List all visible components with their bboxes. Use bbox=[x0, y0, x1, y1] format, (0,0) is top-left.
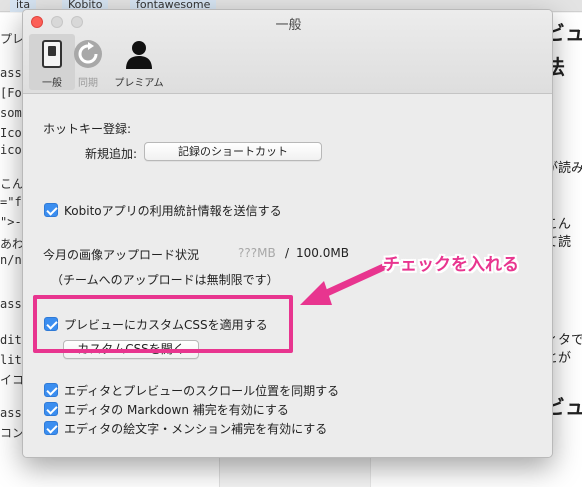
tab-sync-label: 同期 bbox=[78, 78, 98, 89]
editor-line: イコ bbox=[0, 373, 25, 387]
sync-icon bbox=[74, 40, 102, 68]
tab-premium-label: プレミアム bbox=[114, 78, 164, 89]
tab-sync[interactable]: 同期 bbox=[65, 34, 111, 90]
stats-checkbox[interactable] bbox=[44, 203, 58, 217]
emoji-mention-checkbox[interactable] bbox=[44, 421, 58, 435]
new-hotkey-label: 新規追加: bbox=[85, 147, 138, 161]
switch-icon bbox=[42, 40, 62, 68]
option-row[interactable]: エディタの Markdown 補完を有効にする bbox=[44, 401, 289, 417]
stats-checkbox-row[interactable]: Kobitoアプリの利用統計情報を送信する bbox=[44, 202, 282, 218]
editor-line: ">- bbox=[0, 215, 22, 229]
editor-line: ass bbox=[0, 406, 22, 420]
option-row[interactable]: エディタの絵文字・メンション補完を有効にする bbox=[44, 420, 327, 436]
highlight-box bbox=[33, 295, 293, 353]
upload-used-value: ???MB bbox=[238, 246, 276, 260]
emoji-mention-label: エディタの絵文字・メンション補完を有効にする bbox=[64, 421, 328, 436]
upload-separator: / bbox=[285, 246, 290, 260]
annotation-arrow-icon bbox=[300, 261, 392, 305]
annotation-label: チェックを入れる bbox=[383, 255, 519, 275]
tab-premium[interactable]: プレミアム bbox=[111, 34, 167, 90]
preferences-window: 一般 一般 同期 プレミアム ホットキー登録: 新規追加: 記録のショートカット… bbox=[22, 9, 553, 458]
editor-line: あわ bbox=[0, 237, 25, 251]
scroll-sync-checkbox[interactable] bbox=[44, 383, 58, 397]
editor-line: こん bbox=[0, 177, 25, 191]
markdown-completion-checkbox[interactable] bbox=[44, 402, 58, 416]
person-icon bbox=[126, 41, 152, 69]
title-bar: 一般 一般 同期 プレミアム bbox=[23, 10, 552, 94]
window-title: 一般 bbox=[275, 18, 302, 33]
scroll-sync-label: エディタとプレビューのスクロール位置を同期する bbox=[64, 383, 340, 398]
record-shortcut-button[interactable]: 記録のショートカット bbox=[144, 142, 322, 161]
editor-line: コン bbox=[0, 426, 25, 440]
general-pane: ホットキー登録: 新規追加: 記録のショートカット Kobitoアプリの利用統計… bbox=[23, 95, 552, 457]
option-row[interactable]: エディタとプレビューのスクロール位置を同期する bbox=[44, 382, 339, 398]
upload-status-label: 今月の画像アップロード状況 bbox=[43, 248, 200, 262]
stats-checkbox-label: Kobitoアプリの利用統計情報を送信する bbox=[64, 203, 282, 218]
editor-line: プレ bbox=[0, 32, 25, 46]
markdown-completion-label: エディタの Markdown 補完を有効にする bbox=[64, 402, 289, 417]
hotkey-section-label: ホットキー登録: bbox=[43, 122, 132, 136]
upload-note: （チームへのアップロードは無制限です） bbox=[51, 273, 279, 287]
